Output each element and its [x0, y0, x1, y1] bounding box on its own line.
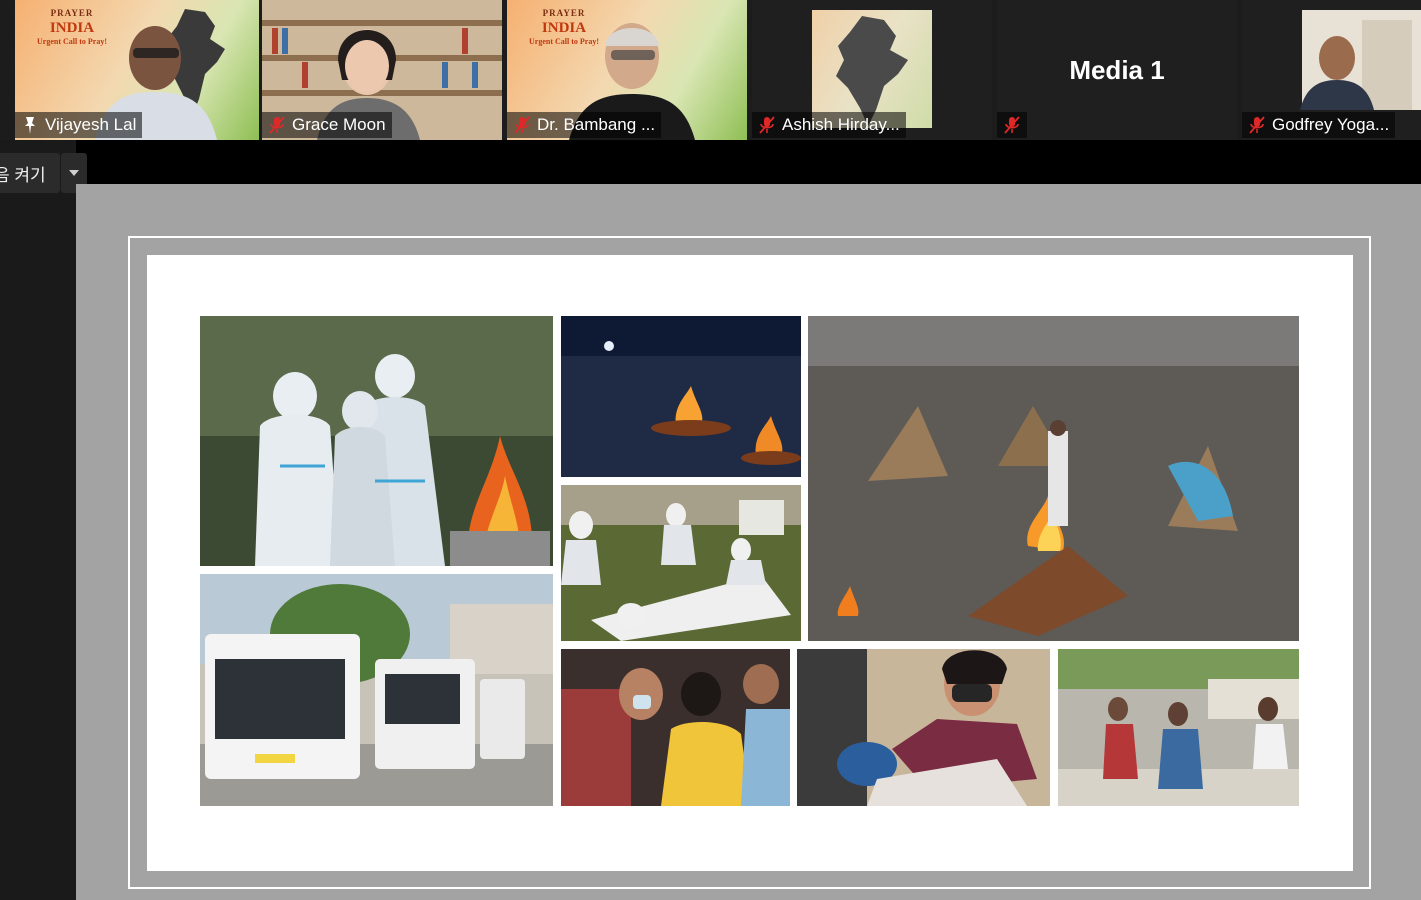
nameplate: [997, 112, 1027, 138]
media-label: Media 1: [1069, 54, 1165, 85]
participant-tile-3[interactable]: PRAYER INDIA Urgent Call to Pray! Dr. Ba…: [507, 0, 747, 140]
mic-muted-icon: [1004, 116, 1020, 134]
participant-name: Grace Moon: [292, 115, 386, 134]
unmute-label: 음 켜기: [0, 165, 46, 185]
india-map-icon: [836, 16, 908, 126]
participant-tile-4[interactable]: Ashish Hirday...: [752, 0, 992, 140]
participant-tile-1[interactable]: PRAYER INDIA Urgent Call to Pray! Vijaye…: [15, 0, 259, 140]
ambulance-line-photo: [200, 574, 553, 806]
waiting-outside-hospital-photo: [1058, 649, 1299, 806]
pin-icon: [25, 117, 35, 134]
participant-tile-6[interactable]: Godfrey Yoga...: [1242, 0, 1421, 140]
video-background: [812, 10, 932, 128]
mic-muted-icon: [1249, 116, 1265, 134]
participant-name: Dr. Bambang ...: [537, 115, 656, 134]
participant-strip: PRAYER INDIA Urgent Call to Pray! Vijaye…: [0, 0, 1421, 140]
crematorium-field-photo: [808, 316, 1299, 641]
mic-muted-icon: [759, 116, 775, 134]
nameplate: Godfrey Yoga...: [1242, 112, 1396, 138]
night-pyres-photo: [561, 316, 801, 477]
grieving-family-photo: [561, 649, 790, 806]
mic-muted-icon: [514, 116, 530, 134]
nameplate: Dr. Bambang ...: [507, 112, 662, 138]
participant-name: Vijayesh Lal: [45, 115, 137, 134]
participant-name: Godfrey Yoga...: [1272, 115, 1390, 134]
unmute-button[interactable]: 음 켜기: [0, 153, 60, 193]
hazmat-mourners-photo: [200, 316, 553, 566]
nameplate: Ashish Hirday...: [752, 112, 906, 138]
workers-with-body-photo: [561, 485, 801, 641]
participant-tile-2[interactable]: Grace Moon: [262, 0, 502, 140]
nameplate: Grace Moon: [262, 112, 392, 138]
participant-name: Ashish Hirday...: [782, 115, 900, 134]
share-toolbar-band: [76, 140, 1421, 184]
nameplate: Vijayesh Lal: [15, 112, 143, 138]
participant-tile-5[interactable]: Media 1: [997, 0, 1237, 140]
meeting-window: PRAYER INDIA Urgent Call to Pray! Vijaye…: [0, 0, 1421, 900]
patient-in-car-photo: [797, 649, 1050, 806]
mic-muted-icon: [269, 116, 285, 134]
